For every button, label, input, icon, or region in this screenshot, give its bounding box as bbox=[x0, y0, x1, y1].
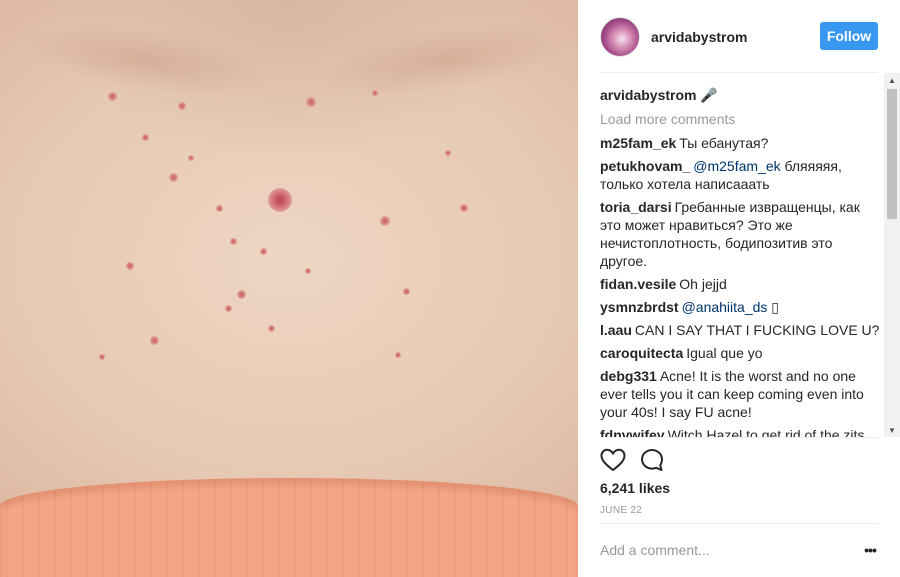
post-photo[interactable] bbox=[0, 0, 578, 577]
collarbone-shadow-right bbox=[317, 12, 573, 108]
blemish bbox=[306, 97, 316, 107]
blemish bbox=[230, 238, 237, 245]
comments-list[interactable]: arvidabystrom 🎤 Load more comments m25fa… bbox=[600, 84, 880, 437]
blemish bbox=[403, 288, 410, 295]
comment-username[interactable]: petukhovam_ bbox=[600, 158, 690, 174]
comment-text: Igual que yo bbox=[686, 345, 763, 361]
comment-item: toria_darsi Гребанные извращенцы, как это… bbox=[600, 198, 880, 270]
speech-bubble-icon[interactable] bbox=[640, 448, 664, 472]
comment-item: debg331 Acne! It is the worst and no one … bbox=[600, 367, 880, 421]
comment-container: m25fam_ek Ты ебанутая? petukhovam_ @m25fam_… bbox=[600, 134, 880, 437]
ellipsis-icon[interactable]: ••• bbox=[862, 542, 878, 558]
comment-text: Ты ебанутая? bbox=[679, 135, 769, 151]
header-username[interactable]: arvidabystrom bbox=[651, 29, 747, 45]
comment-text: Oh jejjd bbox=[679, 276, 727, 292]
comment-item: ysmnzbrdst @anahiita_ds ▯ bbox=[600, 298, 880, 316]
caption-username[interactable]: arvidabystrom bbox=[600, 87, 696, 103]
blemish bbox=[169, 173, 178, 182]
blemish bbox=[372, 90, 378, 96]
comment-item: caroquitecta Igual que yo bbox=[600, 344, 880, 362]
blemish bbox=[395, 352, 401, 358]
post-date[interactable]: JUNE 22 bbox=[600, 505, 642, 516]
blemish bbox=[142, 134, 149, 141]
blemish bbox=[188, 155, 194, 161]
comment-username[interactable]: ysmnzbrdst bbox=[600, 299, 679, 315]
blemish bbox=[445, 150, 451, 156]
comment-username[interactable]: fdnvwifey bbox=[600, 427, 665, 437]
follow-button[interactable]: Follow bbox=[820, 22, 878, 50]
comment-item: l.aau CAN I SAY THAT I FUCKING LOVE U? bbox=[600, 321, 880, 339]
blemish bbox=[99, 354, 105, 360]
comment-username[interactable]: toria_darsi bbox=[600, 199, 672, 215]
blemish bbox=[305, 268, 311, 274]
blemish bbox=[237, 290, 246, 299]
instagram-post: arvidabystrom Follow arvidabystrom 🎤 Loa… bbox=[0, 0, 900, 577]
comment-item: fdnvwifey Witch Hazel to get rid of the z… bbox=[600, 426, 880, 437]
microphone-emoji: 🎤 bbox=[700, 87, 718, 103]
blemish bbox=[216, 205, 223, 212]
comment-username[interactable]: l.aau bbox=[600, 322, 632, 338]
action-bar bbox=[600, 448, 664, 472]
comment-text: Witch Hazel to get rid of the zits. bbox=[667, 427, 869, 437]
comment-username[interactable]: caroquitecta bbox=[600, 345, 683, 361]
divider bbox=[600, 72, 878, 73]
comment-text: ▯ bbox=[771, 299, 780, 315]
avatar[interactable] bbox=[600, 16, 640, 57]
add-comment-input[interactable] bbox=[600, 538, 850, 562]
blemish bbox=[268, 325, 275, 332]
comment-username[interactable]: m25fam_ek bbox=[600, 135, 676, 151]
comment-item: petukhovam_ @m25fam_ek бляяяяя, только хо… bbox=[600, 157, 880, 193]
blemish bbox=[380, 216, 390, 226]
blemish bbox=[260, 248, 267, 255]
divider bbox=[600, 523, 878, 524]
comment-item: fidan.vesile Oh jejjd bbox=[600, 275, 880, 293]
comment-username[interactable]: fidan.vesile bbox=[600, 276, 676, 292]
blemish bbox=[225, 305, 232, 312]
caption: arvidabystrom 🎤 bbox=[600, 86, 880, 104]
comments-scrollbar[interactable]: ▲ ▼ bbox=[884, 73, 900, 437]
blemish bbox=[126, 262, 134, 270]
comment-mention[interactable]: @m25fam_ek bbox=[693, 158, 780, 174]
load-more-comments-link[interactable]: Load more comments bbox=[600, 110, 880, 128]
comment-text: CAN I SAY THAT I FUCKING LOVE U? bbox=[634, 322, 880, 338]
scroll-thumb[interactable] bbox=[887, 89, 897, 219]
blemish bbox=[108, 92, 117, 101]
divider bbox=[600, 437, 878, 438]
ribbed-top bbox=[0, 478, 578, 577]
comment-username[interactable]: debg331 bbox=[600, 368, 657, 384]
scroll-down-arrow-icon[interactable]: ▼ bbox=[884, 423, 900, 437]
heart-icon[interactable] bbox=[600, 448, 626, 472]
blemish bbox=[150, 336, 159, 345]
blemish bbox=[460, 204, 468, 212]
comment-item: m25fam_ek Ты ебанутая? bbox=[600, 134, 880, 152]
blemish-large bbox=[268, 188, 292, 212]
comment-mention[interactable]: @anahiita_ds bbox=[682, 299, 768, 315]
scroll-up-arrow-icon[interactable]: ▲ bbox=[884, 73, 900, 87]
collarbone-shadow-left bbox=[17, 12, 273, 108]
likes-count[interactable]: 6,241 likes bbox=[600, 480, 670, 496]
blemish bbox=[178, 102, 186, 110]
